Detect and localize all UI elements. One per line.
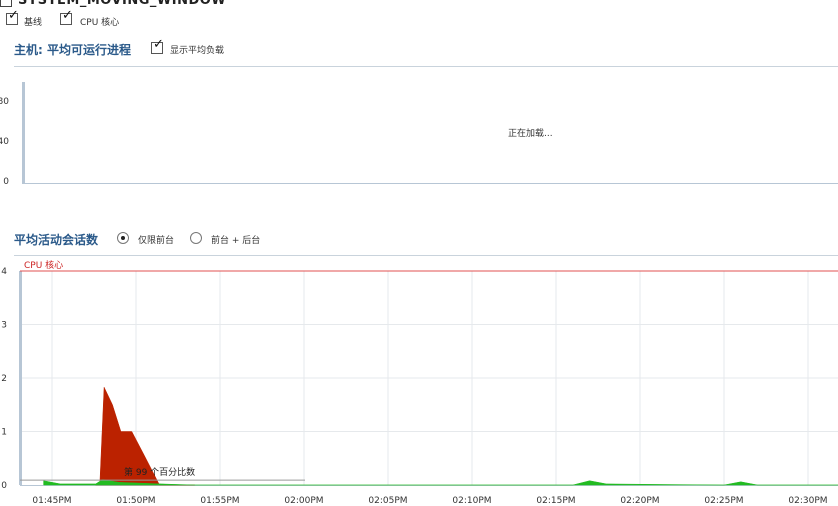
foreground-only-label: 仅限前台 [138, 236, 175, 246]
y-tick-label: 4 [1, 267, 7, 277]
x-tick-label: 01:55PM [200, 496, 239, 506]
host-chart-y-axis [22, 82, 25, 183]
checkmark-icon: ✓ [8, 8, 19, 23]
percentile-label: 第 99 个百分比数 [124, 466, 195, 478]
cpu-cores-checkbox-label: CPU 核心 [80, 18, 120, 28]
show-avg-load-label: 显示平均负载 [170, 46, 225, 56]
x-tick-label: 01:50PM [116, 496, 155, 506]
baseline-checkbox[interactable]: ✓ [6, 9, 19, 25]
window-title-icon [0, 0, 12, 7]
x-tick-label: 02:20PM [620, 496, 659, 506]
checkmark-icon: ✓ [153, 37, 164, 52]
host-section-title: 主机: 平均可运行进程 [14, 43, 131, 57]
host-chart-x-axis [22, 183, 838, 184]
x-tick-label: 02:15PM [536, 496, 575, 506]
host-y-tick: 80 [0, 97, 9, 107]
cpu-cores-checkbox[interactable]: ✓ [60, 9, 73, 25]
y-tick-label: 2 [1, 374, 7, 384]
radio-selected-dot [121, 236, 125, 240]
host-section-divider [14, 66, 838, 67]
y-tick-label: 3 [1, 321, 7, 331]
y-tick-label: 1 [1, 428, 7, 438]
cpu-cores-label: CPU 核心 [24, 259, 63, 271]
sessions-section-title: 平均活动会话数 [14, 233, 99, 247]
y-tick-label: 0 [1, 481, 7, 491]
x-tick-label: 02:25PM [704, 496, 743, 506]
foreground-only-radio[interactable] [117, 232, 129, 244]
host-y-tick: 40 [0, 137, 9, 147]
x-tick-label: 02:10PM [452, 496, 491, 506]
y-axis [19, 271, 22, 485]
host-y-tick: 0 [3, 177, 9, 187]
x-tick-label: 02:05PM [368, 496, 407, 506]
x-tick-label: 02:00PM [284, 496, 323, 506]
checkmark-icon: ✓ [62, 8, 73, 23]
foreground-background-label: 前台 + 后台 [211, 236, 261, 246]
x-tick-label: 01:45PM [32, 496, 71, 506]
window-title: SYSTEM_MOVING_WINDOW [0, 0, 226, 8]
foreground-background-radio[interactable] [190, 232, 202, 244]
sessions-chart: CPU 核心第 99 个百分比数 4 3 2 1 0 01:45PM 01:50PM 01:55… [1, 259, 838, 506]
show-avg-load-checkbox[interactable]: ✓ [151, 38, 164, 54]
loading-text: 正在加载... [508, 129, 553, 139]
x-tick-label: 02:30PM [788, 496, 827, 506]
baseline-checkbox-label: 基线 [24, 18, 43, 28]
